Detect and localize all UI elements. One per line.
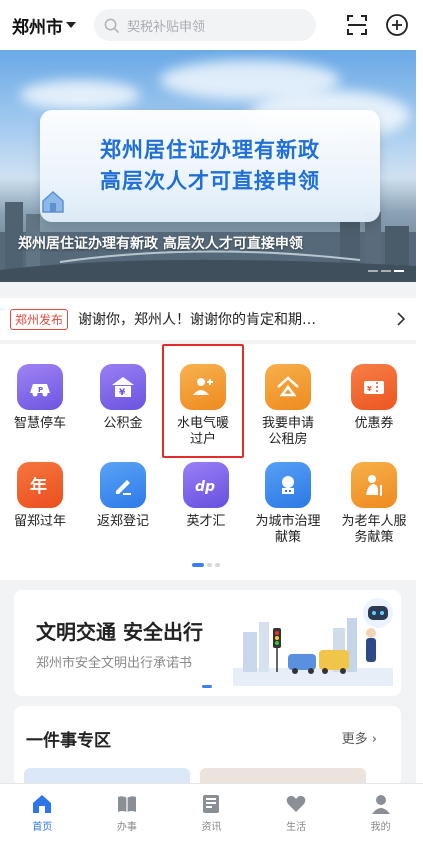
tab-label: 首页 [32, 821, 53, 833]
service-label: 英才汇 [186, 514, 226, 529]
pager-dot [207, 563, 212, 567]
search-icon [104, 18, 119, 33]
svg-text:¥: ¥ [367, 385, 372, 393]
banner-dot [381, 270, 391, 272]
heart-icon [286, 795, 306, 812]
top-bar: 郑州市 契税补贴申领 [0, 0, 423, 50]
coupon-icon: ¥ [351, 364, 397, 410]
tab-label: 资讯 [201, 821, 222, 833]
service-label: 留郑过年 [13, 514, 66, 529]
service-rental-housing[interactable]: 我要申请公租房 [248, 364, 328, 448]
banner-dot-active [394, 270, 404, 272]
new-year-icon: 年 [17, 462, 63, 508]
tab-label: 办事 [116, 821, 137, 833]
svg-text:¥: ¥ [119, 388, 126, 398]
zone-title: 一件事专区 [26, 731, 111, 751]
services-grid: P 智慧停车 ¥ 公积金 水电气暖过户 我要申请公租房 ¥ 优惠券 年 留郑过年… [0, 344, 416, 580]
city-name: 郑州市 [12, 17, 63, 38]
parking-icon: P [17, 364, 63, 410]
service-label: 为老年人服务献策 [341, 514, 407, 545]
service-city-governance[interactable]: 为城市治理献策 [248, 462, 328, 546]
service-label: 水电气暖过户 [176, 416, 229, 447]
news-headline[interactable]: 谢谢你，郑州人！谢谢你的肯定和期… [78, 309, 388, 329]
city-governance-icon [265, 462, 311, 508]
banner-carousel[interactable]: 郑州居住证办理有新政 高层次人才可直接申领 郑州居住证办理有新政 高层次人才可直… [0, 50, 416, 282]
civilization-subtitle: 郑州市安全文明出行承诺书 [36, 656, 193, 671]
tab-label: 我的 [370, 821, 391, 833]
civilization-title: 文明交通 安全出行 [36, 620, 203, 644]
zone-more-label: 更多 [341, 732, 368, 747]
chevron-right-icon [397, 312, 406, 326]
service-housing-fund[interactable]: ¥ 公积金 [83, 364, 163, 432]
scroll-track [416, 50, 423, 783]
service-label: 返郑登记 [96, 514, 149, 529]
top-actions [343, 11, 411, 39]
service-smart-parking[interactable]: P 智慧停车 [0, 364, 80, 432]
banner-indicator [368, 270, 404, 272]
app-root: 郑州市 契税补贴申领 郑州居住证办理有新政 高层次人才可直接申领 郑州居住证办理… [0, 0, 423, 841]
pager-dot [215, 563, 220, 567]
scan-icon [347, 15, 367, 35]
services-pager [192, 563, 220, 567]
svg-text:P: P [38, 386, 43, 394]
banner-cloud [20, 80, 140, 110]
service-label: 为城市治理献策 [255, 514, 321, 545]
fund-icon: ¥ [100, 364, 146, 410]
pager-dot-active [192, 563, 204, 567]
tab-life[interactable]: 生活 [254, 784, 339, 841]
house-icon [42, 190, 64, 213]
service-return-register[interactable]: 返郑登记 [83, 462, 163, 530]
elderly-service-icon [351, 462, 397, 508]
add-button[interactable] [383, 11, 411, 39]
service-talent[interactable]: dp 英才汇 [166, 462, 246, 530]
banner-card: 郑州居住证办理有新政 高层次人才可直接申领 [40, 110, 380, 222]
plus-circle-icon [386, 14, 408, 36]
service-coupon[interactable]: ¥ 优惠券 [334, 364, 414, 432]
svg-text:dp: dp [195, 479, 215, 495]
banner-dot [368, 270, 378, 272]
banner-headline-1: 郑州居住证办理有新政 [100, 138, 320, 162]
svg-text:年: 年 [30, 476, 47, 497]
tab-services[interactable]: 办事 [85, 784, 170, 841]
card-indicator [202, 685, 212, 688]
service-label: 公积金 [103, 416, 143, 431]
service-label: 优惠券 [354, 416, 394, 431]
service-utility-transfer[interactable]: 水电气暖过户 [162, 344, 244, 458]
tab-home[interactable]: 首页 [0, 784, 85, 841]
tab-label: 生活 [286, 821, 307, 833]
traffic-illustration [233, 598, 393, 686]
service-label: 我要申请公租房 [261, 416, 314, 447]
banner-headline-2: 高层次人才可直接申领 [100, 169, 320, 193]
banner-caption: 郑州居住证办理有新政 高层次人才可直接申领 [18, 236, 303, 252]
book-icon [117, 795, 136, 812]
tab-profile[interactable]: 我的 [338, 784, 423, 841]
utility-transfer-icon [180, 364, 226, 410]
register-icon [100, 462, 146, 508]
service-label: 智慧停车 [13, 416, 66, 431]
home-icon [33, 794, 52, 813]
service-elderly[interactable]: 为老年人服务献策 [334, 462, 414, 546]
chevron-right-icon: › [367, 732, 377, 747]
civilization-card[interactable]: 文明交通 安全出行 郑州市安全文明出行承诺书 [14, 590, 401, 696]
city-selector[interactable]: 郑州市 [12, 13, 94, 38]
search-placeholder: 契税补贴申领 [127, 19, 206, 35]
tab-news[interactable]: 资讯 [169, 784, 254, 841]
news-ticker[interactable]: 郑州发布 谢谢你，郑州人！谢谢你的肯定和期… [0, 298, 416, 340]
search-input[interactable]: 契税补贴申领 [94, 9, 316, 41]
news-source-tag: 郑州发布 [10, 308, 69, 330]
one-thing-zone: 一件事专区 更多 › [14, 706, 401, 786]
service-new-year[interactable]: 年 留郑过年 [0, 462, 80, 530]
scan-button[interactable] [343, 11, 371, 39]
talent-icon: dp [183, 462, 229, 508]
bottom-tab-bar: 首页 办事 资讯 生活 我的 [0, 783, 423, 841]
user-icon [371, 794, 390, 814]
caret-down-icon [66, 22, 76, 28]
rental-housing-icon [265, 364, 311, 410]
zone-more-link[interactable]: 更多 › [342, 728, 377, 747]
news-icon [203, 794, 220, 813]
